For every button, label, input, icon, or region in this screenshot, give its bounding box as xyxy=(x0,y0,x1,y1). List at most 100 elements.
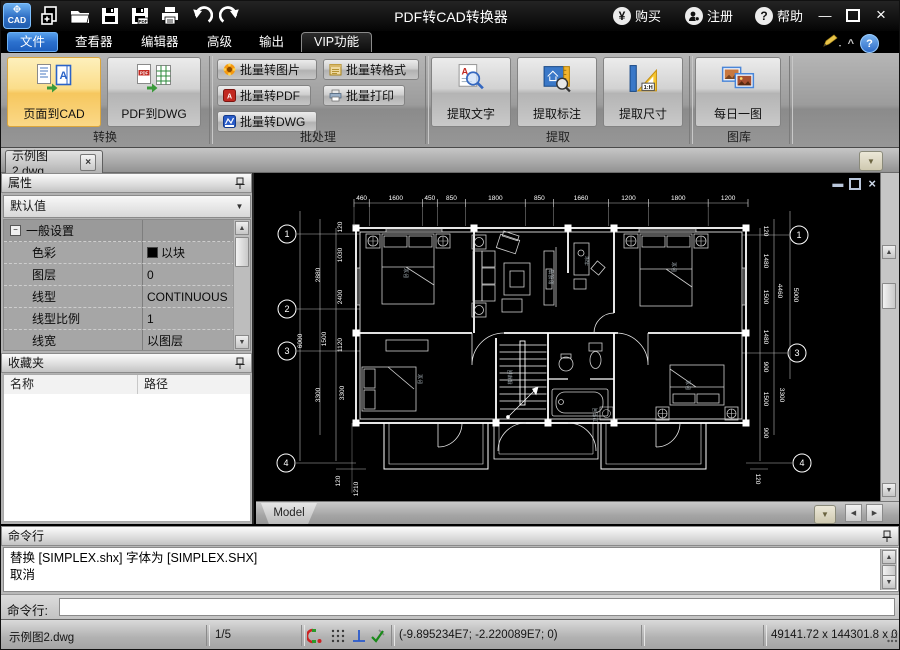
tab-close-icon[interactable]: × xyxy=(80,153,96,171)
scroll-down-icon[interactable]: ▼ xyxy=(235,335,249,349)
maximize-button[interactable] xyxy=(841,3,865,27)
scroll-up-icon[interactable]: ▲ xyxy=(882,550,896,564)
svg-text:3300: 3300 xyxy=(315,387,322,402)
svg-text:1800: 1800 xyxy=(488,195,503,202)
property-grid-scrollbar[interactable]: ▲ ▼ xyxy=(233,220,250,350)
svg-text:850: 850 xyxy=(534,195,545,202)
grid-icon[interactable] xyxy=(329,627,347,645)
property-row-ltscale[interactable]: 线型比例 1 xyxy=(4,308,250,330)
svg-text:1030: 1030 xyxy=(337,247,344,262)
favorites-list[interactable] xyxy=(3,394,251,522)
scrollbar-thumb[interactable] xyxy=(882,283,896,309)
mdi-close-icon[interactable]: × xyxy=(868,176,876,191)
favorites-col-path[interactable]: 路径 xyxy=(138,375,250,394)
extract-annotation-icon xyxy=(543,66,571,93)
extract-text-label: 提取文字 xyxy=(446,107,495,121)
preset-dropdown[interactable]: 默认值 ▼ xyxy=(3,195,251,218)
property-group-label: 一般设置 xyxy=(26,224,75,238)
command-title: 命令行 xyxy=(8,529,45,543)
pin-icon[interactable] xyxy=(234,177,247,190)
register-button[interactable]: 注册 xyxy=(685,6,733,25)
ribbon-group-batch: 批量转图片 A 批量转PDF 批量转DWG 批量转格式 批量打印 批处理 xyxy=(213,53,423,147)
ribbon-group-gallery: 每日一图 图库 xyxy=(693,53,785,147)
extract-dimension-button[interactable]: 1:H 提取尺寸 xyxy=(603,57,683,127)
svg-text:3300: 3300 xyxy=(778,388,785,403)
chevron-down-icon: ▼ xyxy=(821,510,829,519)
minimize-button[interactable]: — xyxy=(813,3,837,27)
command-panel: 命令行 替换 [SIMPLEX.shx] 字体为 [SIMPLEX.SHX] 取… xyxy=(1,526,899,619)
collapse-ribbon-icon[interactable]: ^ xyxy=(848,38,854,50)
status-size: 49141.72 x 144301.8 x 0 xyxy=(771,629,898,641)
batch-print-button[interactable]: 批量打印 xyxy=(323,85,405,106)
scroll-up-icon[interactable]: ▲ xyxy=(882,245,896,259)
help-button[interactable]: ? 帮助 xyxy=(755,6,803,25)
page-to-cad-button[interactable]: A 页面到CAD xyxy=(7,57,101,127)
close-button[interactable]: × xyxy=(869,3,893,27)
property-row-lineweight[interactable]: 线宽 以图层 xyxy=(4,330,250,350)
pdf-to-dwg-button[interactable]: PDF PDF到DWG xyxy=(107,57,201,127)
check-icon[interactable] xyxy=(369,627,387,645)
scroll-left-icon[interactable]: ◀ xyxy=(845,504,862,522)
document-tab[interactable]: 示例图2.dwg × xyxy=(5,149,103,178)
buy-button[interactable]: ¥ 购买 xyxy=(613,6,661,25)
mdi-window-controls: ▬ × xyxy=(832,176,876,191)
batch-to-pdf-button[interactable]: A 批量转PDF xyxy=(217,85,311,106)
tab-list-dropdown[interactable]: ▼ xyxy=(859,151,883,171)
resize-grip[interactable] xyxy=(887,630,899,647)
drawing-vscrollbar[interactable]: ▲ ▼ xyxy=(880,173,899,501)
svg-text:影视墙: 影视墙 xyxy=(548,269,555,284)
property-group-row[interactable]: − 一般设置 xyxy=(4,220,250,242)
extract-annotation-button[interactable]: 提取标注 xyxy=(517,57,597,127)
command-scrollbar[interactable]: ▲ ▼ xyxy=(880,549,897,590)
scroll-down-icon[interactable]: ▼ xyxy=(882,575,896,589)
svg-text:卫生间: 卫生间 xyxy=(592,407,599,422)
svg-text:A: A xyxy=(227,94,232,101)
group-label-batch: 批处理 xyxy=(299,130,336,144)
pin-icon[interactable] xyxy=(881,530,894,543)
scroll-right-icon[interactable]: ▶ xyxy=(866,504,883,522)
ribbon: A 页面到CAD PDF PDF到DWG 转换 批量转图片 A 批量转PDF 批… xyxy=(1,53,899,148)
menu-bar: 文件 查看器 编辑器 高级 输出 VIP功能 ^ ? xyxy=(1,31,899,54)
scrollbar-thumb[interactable] xyxy=(235,237,249,267)
help-circle-icon[interactable]: ? xyxy=(860,34,879,53)
svg-text:120: 120 xyxy=(337,221,344,232)
svg-text:850: 850 xyxy=(446,195,457,202)
layout-list-dropdown[interactable]: ▼ xyxy=(814,505,836,524)
model-tab[interactable]: Model xyxy=(261,503,317,524)
property-row-layer[interactable]: 图层 0 xyxy=(4,264,250,286)
property-row-linetype[interactable]: 线型 CONTINUOUS xyxy=(4,286,250,308)
menu-tab-vip[interactable]: VIP功能 xyxy=(301,32,373,52)
maximize-icon xyxy=(846,8,860,22)
svg-text:书房: 书房 xyxy=(584,256,591,266)
favorites-col-name[interactable]: 名称 xyxy=(4,375,138,394)
scroll-down-icon[interactable]: ▼ xyxy=(882,483,896,497)
ribbon-separator xyxy=(789,56,793,144)
pdf-to-dwg-label: PDF到DWG xyxy=(121,107,187,121)
scroll-up-icon[interactable]: ▲ xyxy=(235,221,249,235)
batch-to-image-button[interactable]: 批量转图片 xyxy=(217,59,317,80)
command-input[interactable] xyxy=(59,598,895,616)
menu-tab-file[interactable]: 文件 xyxy=(7,32,59,52)
favorites-title: 收藏夹 xyxy=(8,356,45,370)
drawing-canvas[interactable]: 460 1600 450 850 1800 850 1660 1200 1800 1200 120 1… xyxy=(256,173,880,501)
layout-tab-bar: Model ▼ ◀ ▶ xyxy=(256,501,899,524)
pin-icon[interactable] xyxy=(234,357,247,370)
menu-tab-output[interactable]: 输出 xyxy=(247,32,296,52)
property-row-color[interactable]: 色彩 以块 xyxy=(4,242,250,264)
snap-icon[interactable] xyxy=(305,627,325,645)
menu-tab-editor[interactable]: 编辑器 xyxy=(129,32,191,52)
menu-tab-advanced[interactable]: 高级 xyxy=(195,32,244,52)
command-history[interactable]: 替换 [SIMPLEX.shx] 字体为 [SIMPLEX.SHX] 取消 ▲ … xyxy=(3,547,899,592)
mdi-minimize-icon[interactable]: ▬ xyxy=(832,178,843,190)
batch-convert-format-button[interactable]: 批量转格式 xyxy=(323,59,419,80)
pencil-icon[interactable] xyxy=(822,33,842,54)
daily-picture-button[interactable]: 每日一图 xyxy=(695,57,781,127)
menu-tab-viewer[interactable]: 查看器 xyxy=(63,32,125,52)
furniture xyxy=(361,230,739,421)
ortho-icon[interactable] xyxy=(350,627,368,645)
collapse-icon[interactable]: − xyxy=(10,225,21,236)
svg-text:1120: 1120 xyxy=(337,338,344,352)
extract-text-button[interactable]: A 提取文字 xyxy=(431,57,511,127)
mdi-restore-icon[interactable] xyxy=(849,177,862,190)
stairs xyxy=(499,340,547,419)
